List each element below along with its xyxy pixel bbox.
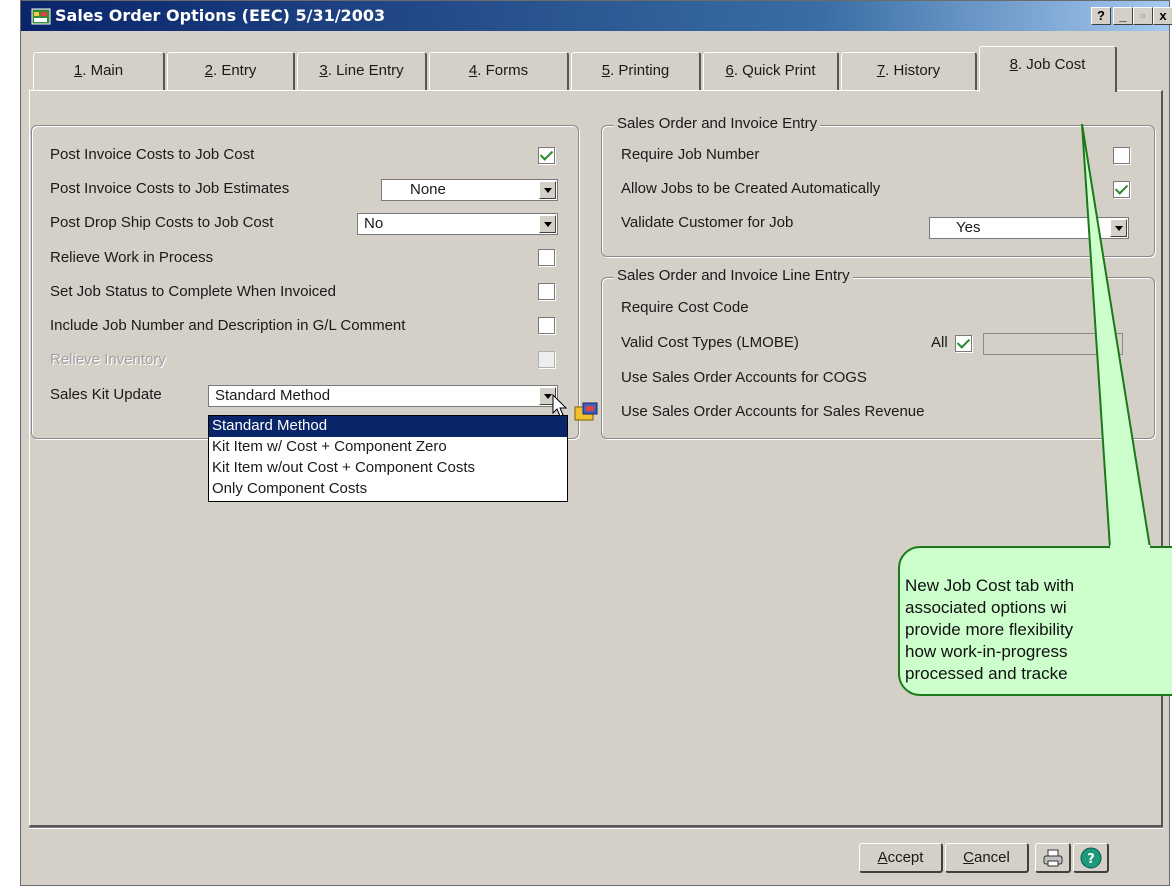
relieve-inventory-checkbox [538,351,555,368]
window-title: Sales Order Options (EEC) 5/31/2003 [55,6,386,25]
help-icon: ? [1080,847,1101,869]
allow-jobs-label: Allow Jobs to be Created Automatically [621,180,881,197]
require-job-number-checkbox[interactable] [1113,147,1130,164]
allow-jobs-checkbox[interactable] [1113,181,1130,198]
sales-kit-dropdown-list: Standard Method Kit Item w/ Cost + Compo… [208,415,568,502]
all-cost-types-label: All [931,334,948,351]
post-drop-ship-label: Post Drop Ship Costs to Job Cost [50,214,274,231]
title-bar: Sales Order Options (EEC) 5/31/2003 ? _ … [21,1,1172,31]
tab-forms[interactable]: 4. Forms [429,52,569,90]
minimize-button[interactable]: _ [1113,7,1133,25]
require-cost-code-label: Require Cost Code [621,299,749,316]
validate-customer-select[interactable]: Yes [929,217,1129,239]
chevron-down-icon[interactable] [1110,219,1127,237]
use-so-accounts-revenue-label: Use Sales Order Accounts for Sales Reven… [621,403,925,420]
relieve-inventory-label: Relieve Inventory [50,351,166,368]
tab-history[interactable]: 7. History [841,52,977,90]
cancel-button[interactable]: Cancel [945,843,1029,873]
help-button[interactable]: ? [1091,7,1111,25]
post-invoice-costs-label: Post Invoice Costs to Job Cost [50,146,255,163]
validate-customer-label: Validate Customer for Job [621,214,794,231]
tab-line-entry[interactable]: 3. Line Entry [297,52,427,90]
dropdown-option-kit-item-without-cost[interactable]: Kit Item w/out Cost + Component Costs [209,458,567,479]
dropdown-option-kit-item-with-cost[interactable]: Kit Item w/ Cost + Component Zero [209,437,567,458]
sales-kit-select[interactable]: Standard Method [208,385,558,407]
printer-icon [1043,849,1062,867]
dropdown-option-only-component-costs[interactable]: Only Component Costs [209,479,567,500]
footer-divider [29,827,1163,829]
chevron-down-icon[interactable] [539,181,556,199]
tab-quick-print[interactable]: 6. Quick Print [703,52,839,90]
post-estimates-select[interactable]: None [381,179,558,201]
help-circle-button[interactable]: ? [1073,843,1109,873]
so-invoice-entry-title: Sales Order and Invoice Entry [614,115,821,132]
set-job-status-checkbox[interactable] [538,283,555,300]
accept-button[interactable]: Accept [859,843,943,873]
post-invoice-costs-checkbox[interactable] [538,147,555,164]
print-button[interactable] [1035,843,1071,873]
tab-job-cost[interactable]: 8. Job Cost [979,46,1117,92]
use-so-accounts-cogs-label: Use Sales Order Accounts for COGS [621,369,867,386]
chevron-down-icon[interactable] [539,215,556,233]
relieve-wip-checkbox[interactable] [538,249,555,266]
post-estimates-label: Post Invoice Costs to Job Estimates [50,180,290,197]
include-job-number-checkbox[interactable] [538,317,555,334]
tab-main[interactable]: 1. Main [33,52,165,90]
callout-joint [1110,545,1150,551]
valid-cost-types-label: Valid Cost Types (LMOBE) [621,334,799,351]
maximize-button[interactable]: ▫ [1133,7,1153,25]
all-cost-types-checkbox[interactable] [955,335,972,352]
sales-order-options-window: Sales Order Options (EEC) 5/31/2003 ? _ … [20,0,1172,886]
sales-kit-label: Sales Kit Update [50,386,162,403]
background-edge [0,0,20,888]
tab-printing[interactable]: 5. Printing [571,52,701,90]
app-icon [31,8,51,25]
mouse-cursor-icon [552,393,598,421]
tab-entry[interactable]: 2. Entry [167,52,295,90]
include-job-number-label: Include Job Number and Description in G/… [50,317,406,334]
cost-types-field[interactable] [983,333,1123,355]
post-drop-ship-select[interactable]: No [357,213,558,235]
close-button[interactable]: x [1153,7,1172,25]
svg-text:?: ? [1087,852,1095,867]
relieve-wip-label: Relieve Work in Process [50,249,214,266]
set-job-status-label: Set Job Status to Complete When Invoiced [50,283,336,300]
line-entry-title: Sales Order and Invoice Line Entry [614,267,853,284]
dropdown-option-standard-method[interactable]: Standard Method [209,416,567,437]
require-job-number-label: Require Job Number [621,146,760,163]
callout-text: New Job Cost tab with associated options… [905,576,1075,683]
